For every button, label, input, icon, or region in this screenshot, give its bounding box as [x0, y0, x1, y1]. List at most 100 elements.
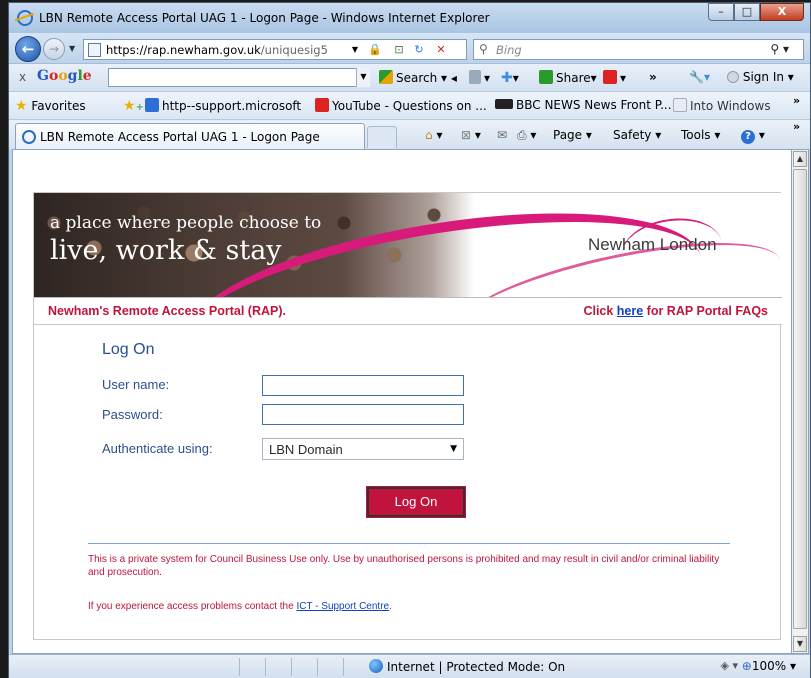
protected-mode-icon[interactable]: ◈ ▾: [721, 659, 738, 672]
lock-icon[interactable]: 🔒: [366, 41, 384, 58]
title-bar[interactable]: LBN Remote Access Portal UAG 1 - Logon P…: [9, 3, 810, 33]
tools-menu[interactable]: Tools ▾: [681, 128, 720, 142]
sign-in-label: Sign In: [742, 70, 784, 84]
favorites-overflow-button[interactable]: »: [793, 94, 800, 107]
internet-globe-icon: [369, 659, 383, 673]
close-toolbar-icon[interactable]: x: [19, 70, 26, 84]
account-icon: [727, 71, 739, 83]
scroll-thumb[interactable]: [793, 169, 807, 629]
forward-button[interactable]: →: [43, 38, 65, 60]
favorite-label: BBC NEWS News Front P...: [516, 98, 672, 112]
log-on-button[interactable]: Log On: [366, 486, 466, 518]
wrench-icon[interactable]: 🔧▾: [689, 70, 710, 84]
status-bar: Internet | Protected Mode: On ◈ ▾ ⊕100% …: [9, 654, 810, 678]
new-tab-button[interactable]: [367, 126, 397, 148]
form-title: Log On: [102, 341, 155, 358]
favorite-label: YouTube - Questions on ...: [332, 99, 487, 113]
support-contact: If you experience access problems contac…: [88, 601, 392, 612]
safety-menu[interactable]: Safety ▾: [613, 128, 661, 142]
share-label: Share: [556, 71, 591, 85]
auth-method-label: Authenticate using:: [102, 441, 213, 456]
security-zone[interactable]: Internet | Protected Mode: On: [369, 659, 565, 674]
toolbar-more-button[interactable]: »: [649, 70, 657, 84]
username-input[interactable]: [262, 375, 464, 396]
print-button[interactable]: ⎙ ▾: [517, 128, 536, 143]
compatibility-view-icon[interactable]: ⊡: [390, 41, 408, 58]
username-label: User name:: [102, 377, 170, 392]
favorite-link-windows[interactable]: Into Windows: [673, 98, 771, 113]
favorite-link-bbc[interactable]: BBC NEWS News Front P...: [495, 98, 672, 112]
address-bar[interactable]: https://rap.newham.gov.uk/uniquesig5 ▼ 🔒…: [83, 39, 467, 60]
favorites-button[interactable]: ★ Favorites: [15, 98, 86, 114]
scroll-down-icon[interactable]: ▼: [793, 636, 807, 652]
plus-icon: ✚: [501, 70, 513, 86]
stop-icon[interactable]: ✕: [432, 41, 450, 58]
add-favorite-icon[interactable]: ★+: [123, 98, 144, 114]
auth-method-value: LBN Domain: [269, 442, 343, 457]
feeds-button[interactable]: ⊠ ▾: [461, 128, 481, 142]
recent-pages-dropdown-icon[interactable]: ▼: [69, 44, 75, 53]
faq-notice: Click here for RAP Portal FAQs: [583, 304, 768, 318]
zoom-control[interactable]: ⊕100% ▾: [742, 659, 796, 673]
google-search-label: Search: [396, 71, 438, 85]
bbc-icon: [495, 99, 513, 109]
search-provider-icon: ⚲: [479, 42, 488, 56]
mail-button[interactable]: ✉: [497, 128, 507, 142]
tagline-small: a place where people choose to: [50, 213, 322, 233]
google-search-input[interactable]: [108, 68, 370, 87]
faq-link[interactable]: here: [617, 304, 643, 318]
ie-tab-icon: [22, 130, 36, 144]
refresh-icon[interactable]: ↻: [410, 41, 428, 58]
portal-title: Newham's Remote Access Portal (RAP).: [48, 304, 287, 318]
usage-notice: This is a private system for Council Bus…: [88, 554, 720, 578]
status-separator: [239, 658, 240, 676]
password-label: Password:: [102, 407, 163, 422]
address-dropdown-icon[interactable]: ▼: [346, 41, 364, 58]
google-plus-button[interactable]: ✚▾: [501, 70, 519, 86]
auth-method-select[interactable]: LBN Domain ▼: [262, 438, 464, 460]
minimize-button[interactable]: –: [708, 3, 734, 21]
home-button[interactable]: ⌂ ▾: [425, 128, 442, 142]
url-path: /uniquesig5: [260, 43, 328, 57]
support-centre-link[interactable]: ICT - Support Centre: [296, 601, 389, 612]
address-url[interactable]: https://rap.newham.gov.uk/uniquesig5: [106, 43, 342, 57]
bing-search-box[interactable]: ⚲ Bing ⚲ ▾: [473, 39, 804, 60]
search-icon[interactable]: ⚲ ▾: [770, 42, 789, 56]
status-separator: [343, 658, 344, 676]
sign-in-button[interactable]: Sign In ▾: [727, 70, 794, 84]
safety-menu-label: Safety: [613, 128, 652, 142]
close-button[interactable]: X: [760, 3, 804, 21]
google-search-button[interactable]: Search ▾ ◂: [379, 70, 457, 85]
google-logo: Google: [37, 68, 92, 84]
tagline-large: live, work & stay: [50, 235, 282, 266]
favorite-label: http--support.microsoft: [162, 99, 302, 113]
tab-label: LBN Remote Access Portal UAG 1 - Logon P…: [40, 130, 320, 144]
maximize-button[interactable]: □: [734, 3, 760, 21]
url-host: https://rap.newham.gov.uk: [106, 43, 261, 57]
favorite-link-youtube[interactable]: YouTube - Questions on ...: [315, 98, 487, 113]
share-button[interactable]: Share▾: [539, 70, 597, 85]
vertical-scrollbar[interactable]: ▲ ▼: [792, 149, 809, 654]
commands-overflow-button[interactable]: »: [793, 120, 800, 133]
search-placeholder: Bing: [496, 43, 522, 57]
zoom-icon: ⊕: [741, 659, 752, 673]
favorite-link-microsoft[interactable]: http--support.microsoft: [145, 98, 301, 113]
favorite-label: Into Windows: [690, 99, 771, 113]
window-controls: – □ X: [708, 3, 804, 21]
scroll-up-icon[interactable]: ▲: [793, 151, 807, 167]
back-button[interactable]: ←: [15, 36, 41, 62]
page-viewport: a place where people choose to live, wor…: [12, 149, 792, 654]
divider: [88, 543, 730, 544]
youtube-icon: [315, 98, 329, 112]
page-menu[interactable]: Page ▾: [553, 128, 592, 142]
google-apps-button[interactable]: ▾: [603, 70, 626, 85]
page-icon: [88, 43, 101, 57]
help-button[interactable]: ? ▾: [741, 128, 765, 144]
tab-current[interactable]: LBN Remote Access Portal UAG 1 - Logon P…: [15, 123, 365, 150]
google-search-icon: [379, 70, 393, 84]
google-search-dropdown-icon[interactable]: ▼: [356, 68, 370, 87]
password-input[interactable]: [262, 404, 464, 425]
google-bookmarks-button[interactable]: ▾: [469, 70, 490, 85]
share-icon: [539, 70, 553, 84]
status-separator: [265, 658, 266, 676]
